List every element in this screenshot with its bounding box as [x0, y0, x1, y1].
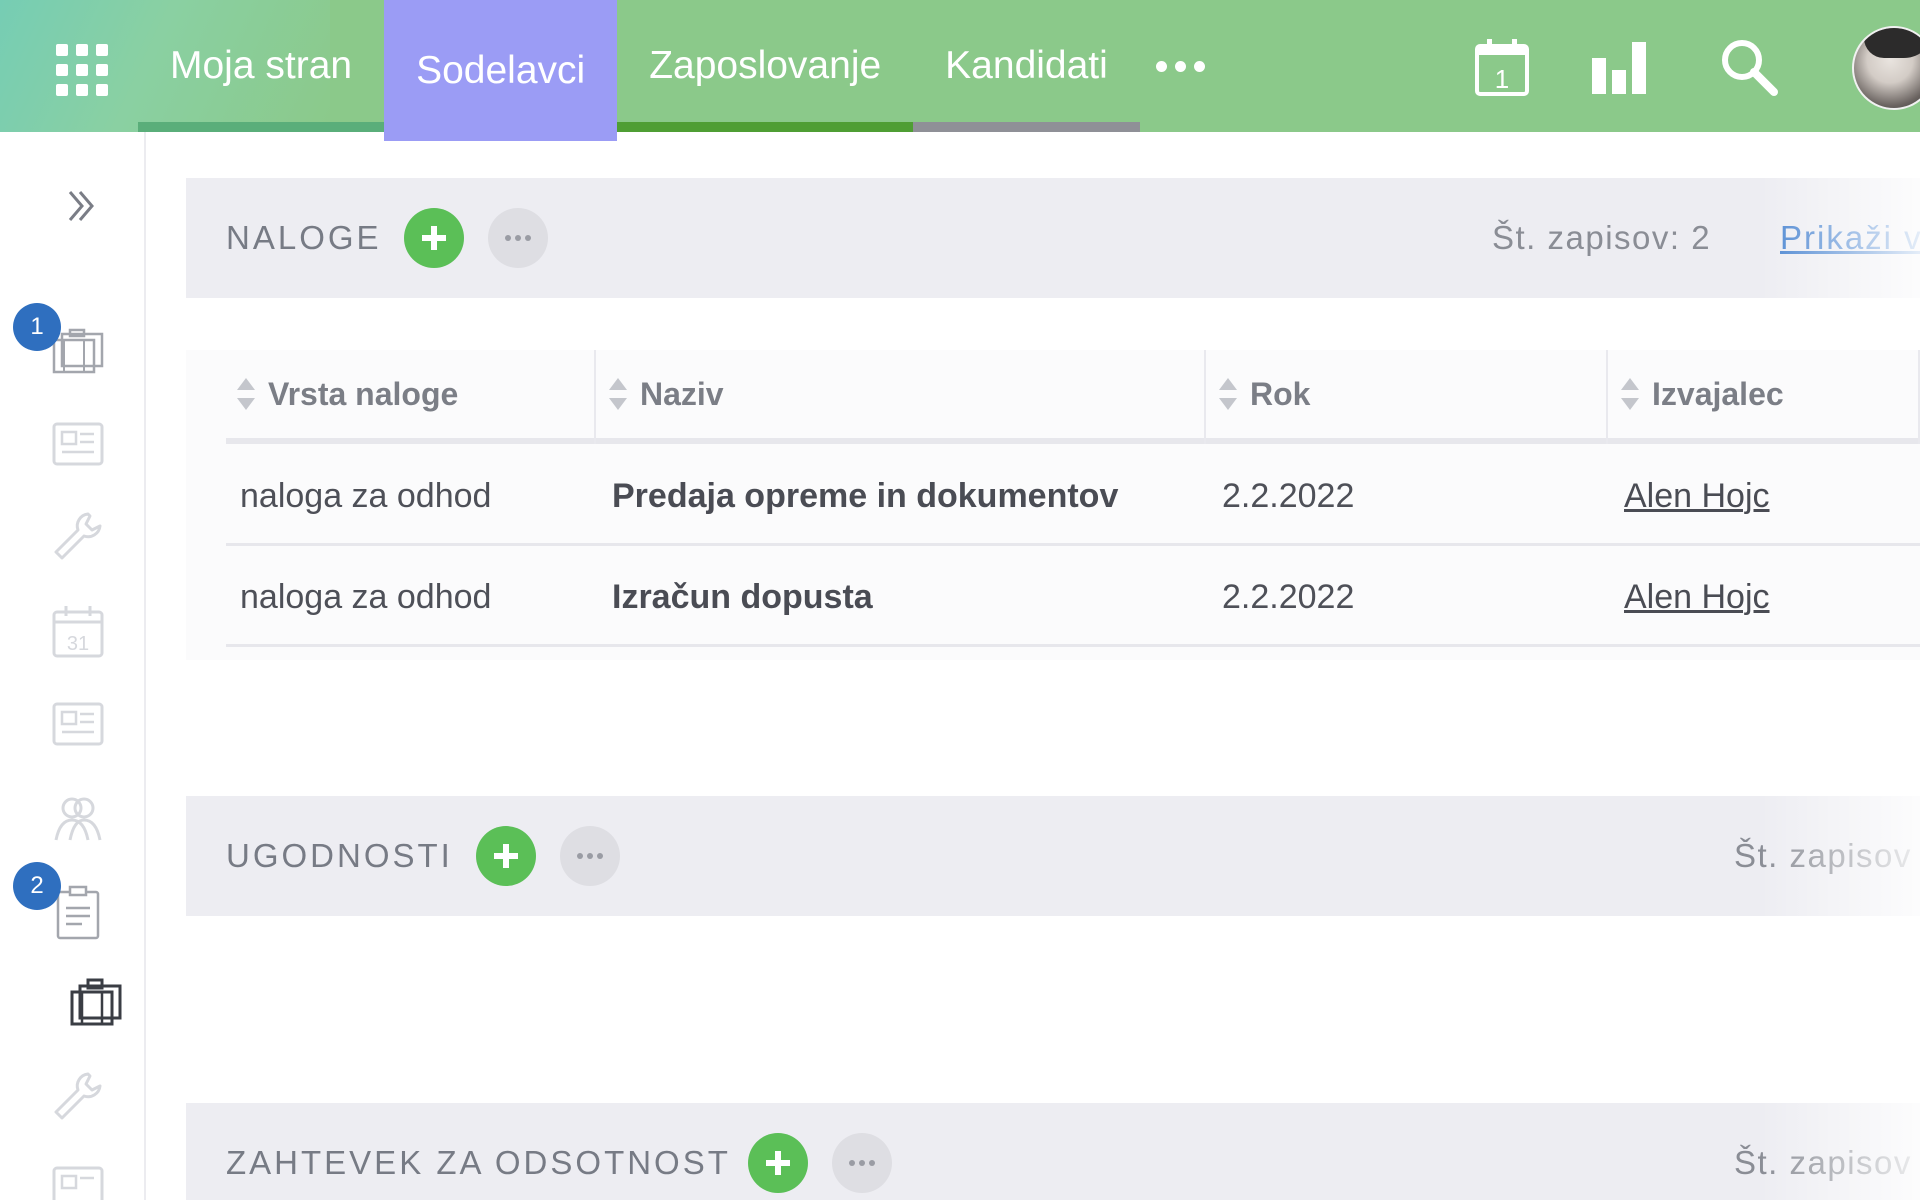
show-all-link[interactable]: Prikaži v	[1780, 219, 1920, 257]
add-button[interactable]	[404, 208, 464, 268]
nav-tab-indicator	[138, 122, 385, 132]
bar-chart-icon[interactable]	[1590, 36, 1652, 98]
column-divider	[1606, 350, 1608, 444]
column-divider	[1204, 350, 1206, 444]
nav-tab-zaposlovanje[interactable]: Zaposlovanje	[617, 0, 914, 132]
document-icon[interactable]	[50, 1160, 106, 1200]
more-options-button[interactable]	[488, 208, 548, 268]
nav-tab-label: Zaposlovanje	[649, 44, 882, 87]
column-header-rok[interactable]: Rok	[1208, 350, 1310, 438]
odsotnost-panel-header: ZAHTEVEK ZA ODSOTNOST Št. zapisov	[186, 1103, 1920, 1200]
nav-tab-sodelavci[interactable]: Sodelavci	[384, 0, 618, 141]
record-count: Št. zapisov: 2	[1492, 219, 1712, 256]
main-nav: Moja stran Sodelavci Zaposlovanje Kandid…	[138, 0, 1221, 141]
add-button[interactable]	[476, 826, 536, 886]
add-button[interactable]	[748, 1133, 808, 1193]
plus-icon	[422, 226, 446, 250]
cell-vrsta-naloge: naloga za odhod	[240, 577, 492, 616]
nav-tab-label: Sodelavci	[416, 48, 586, 92]
calendar-day: 1	[1495, 64, 1509, 94]
panel-title: UGODNOSTI	[226, 837, 453, 874]
record-count: Št. zapisov	[1734, 1144, 1912, 1181]
cell-rok: 2.2.2022	[1222, 476, 1355, 515]
sort-icon	[237, 378, 255, 410]
plus-icon	[494, 844, 518, 868]
wrench-icon[interactable]	[50, 508, 106, 564]
cell-izvajalec-link[interactable]: Alen Hojc	[1624, 547, 1770, 647]
nav-tab-kandidati[interactable]: Kandidati	[913, 0, 1140, 132]
suitcase-icon[interactable]	[68, 976, 124, 1032]
column-label: Izvajalec	[1652, 375, 1784, 412]
cell-vrsta-naloge: naloga za odhod	[240, 476, 492, 515]
ugodnosti-panel-header: UGODNOSTI Št. zapisov	[186, 796, 1920, 916]
document-icon[interactable]	[50, 416, 106, 472]
sort-icon	[1219, 378, 1237, 410]
cell-izvajalec-link[interactable]: Alen Hojc	[1624, 446, 1770, 546]
cell-naziv: Izračun dopusta	[612, 577, 873, 616]
nav-tab-indicator	[913, 122, 1140, 132]
nav-tab-indicator	[617, 122, 914, 132]
panel-title: NALOGE	[226, 219, 382, 256]
column-header-naziv[interactable]: Naziv	[598, 350, 724, 438]
table-row[interactable]: naloga za odhod Izračun dopusta 2.2.2022…	[226, 547, 1920, 647]
more-dots-icon[interactable]	[1140, 0, 1221, 132]
calendar-31-icon[interactable]: 31	[50, 604, 106, 660]
cell-naziv: Predaja opreme in dokumentov	[612, 476, 1119, 515]
notification-badge: 1	[13, 303, 61, 351]
naloge-panel-header: NALOGE Št. zapisov: 2 Prikaži v	[186, 178, 1920, 298]
column-label: Naziv	[640, 375, 724, 412]
document-icon[interactable]	[50, 696, 106, 752]
wrench-icon[interactable]	[50, 1068, 106, 1124]
nav-tab-moja-stran[interactable]: Moja stran	[138, 0, 385, 132]
cell-rok: 2.2.2022	[1222, 577, 1355, 616]
apps-grid-icon[interactable]	[56, 44, 108, 96]
calendar-icon[interactable]: 1	[1472, 36, 1534, 98]
people-icon[interactable]	[50, 790, 106, 846]
column-divider	[594, 350, 596, 444]
table-row[interactable]: naloga za odhod Predaja opreme in dokume…	[226, 446, 1920, 546]
more-options-button[interactable]	[832, 1133, 892, 1193]
sort-icon	[1621, 378, 1639, 410]
more-options-button[interactable]	[560, 826, 620, 886]
table-header: Vrsta naloge Naziv Rok Izvajalec	[226, 350, 1920, 444]
record-count: Št. zapisov	[1734, 837, 1912, 874]
nav-tab-label: Kandidati	[945, 44, 1108, 87]
panel-title: ZAHTEVEK ZA ODSOTNOST	[226, 1144, 731, 1181]
plus-icon	[766, 1151, 790, 1175]
expand-chevrons-icon[interactable]	[66, 186, 98, 226]
tasks-table: Vrsta naloge Naziv Rok Izvajalec naloga …	[186, 350, 1920, 660]
sidebar	[0, 132, 146, 1200]
column-label: Rok	[1250, 375, 1311, 412]
calendar-day: 31	[67, 633, 89, 655]
column-header-izvajalec[interactable]: Izvajalec	[1610, 350, 1784, 438]
notification-badge: 2	[13, 862, 61, 910]
nav-tab-label: Moja stran	[170, 44, 353, 87]
column-label: Vrsta naloge	[268, 375, 459, 412]
search-icon[interactable]	[1718, 36, 1780, 98]
column-header-vrsta-naloge[interactable]: Vrsta naloge	[226, 350, 458, 438]
sort-icon	[609, 378, 627, 410]
